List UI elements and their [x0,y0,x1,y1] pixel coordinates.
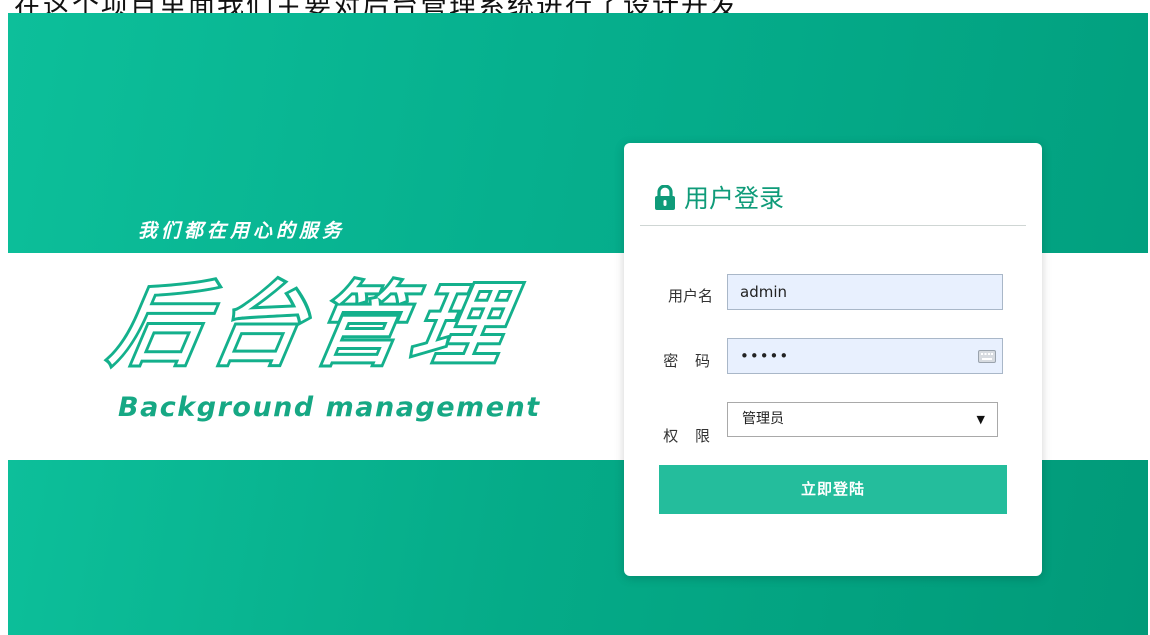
role-label: 权 限 [663,427,716,445]
password-value: ••••• [740,347,790,365]
role-value: 管理员 [742,411,784,427]
dropdown-arrow-icon: ▼ [976,413,985,426]
keyboard-icon[interactable] [978,350,996,363]
role-select[interactable]: 管理员 ▼ [727,402,998,437]
username-label: 用户名 [667,287,713,305]
login-title: 用户登录 [684,184,785,213]
login-button[interactable]: 立即登陆 [659,465,1007,514]
login-card: 用户登录 用户名 admin 密 码 ••••• 权 限 管理员 ▼ 立即登陆 [624,143,1042,576]
caption-text: 在这个项目里面我们主要对后台管理系统进行了设计开发 [14,0,739,13]
login-header: 用户登录 [640,177,1026,226]
top-caption-strip: 在这个项目里面我们主要对后台管理系统进行了设计开发 [0,0,1150,13]
lock-icon [655,185,675,210]
slogan: 我们都在用心的服务 [138,220,346,242]
username-input[interactable]: admin [727,274,1003,310]
password-label: 密 码 [663,352,716,370]
logo-subtitle: Background management [118,392,541,423]
password-input[interactable]: ••••• [727,338,1003,374]
logo-title: 后台管理 [100,269,525,382]
